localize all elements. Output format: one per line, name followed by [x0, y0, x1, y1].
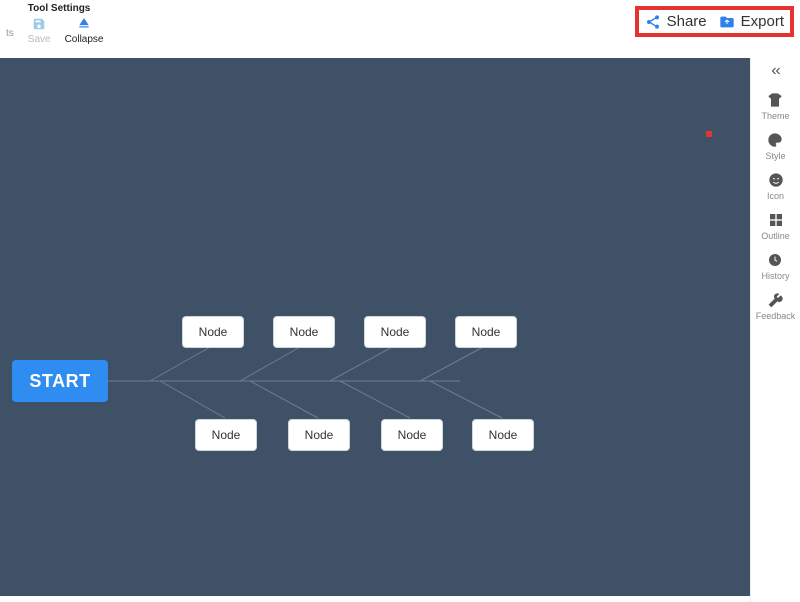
truncated-tab-label: ts	[6, 0, 18, 39]
top-node-2[interactable]: Node	[273, 316, 335, 348]
sidebar-label-history: History	[761, 271, 789, 281]
shirt-icon	[766, 91, 784, 109]
sidebar-item-outline[interactable]: Outline	[761, 211, 790, 241]
bottom-node-3[interactable]: Node	[381, 419, 443, 451]
export-icon	[719, 14, 735, 30]
top-node-3[interactable]: Node	[364, 316, 426, 348]
tool-settings-group: Tool Settings Save Collapse	[18, 0, 114, 45]
share-icon	[645, 14, 661, 30]
collapse-icon	[76, 16, 92, 32]
collapse-label: Collapse	[65, 34, 104, 45]
export-button[interactable]: Export	[719, 13, 784, 30]
right-sidebar: Theme Style Icon Outline History Feedbac…	[750, 58, 800, 602]
bottom-node-1[interactable]: Node	[195, 419, 257, 451]
grid-icon	[767, 211, 785, 229]
sidebar-item-feedback[interactable]: Feedback	[756, 291, 796, 321]
sidebar-label-feedback: Feedback	[756, 311, 796, 321]
sidebar-label-outline: Outline	[761, 231, 790, 241]
root-node[interactable]: START	[12, 360, 108, 402]
share-button[interactable]: Share	[645, 13, 707, 30]
sidebar-item-icon[interactable]: Icon	[767, 171, 785, 201]
share-label: Share	[667, 13, 707, 30]
canvas[interactable]: START Node Node Node Node Node Node Node…	[0, 58, 751, 596]
sidebar-label-style: Style	[765, 151, 785, 161]
clock-icon	[766, 251, 784, 269]
sidebar-label-icon: Icon	[767, 191, 784, 201]
collapse-button[interactable]: Collapse	[65, 16, 104, 45]
sidebar-label-theme: Theme	[761, 111, 789, 121]
sidebar-collapse-button[interactable]	[751, 64, 800, 83]
top-node-1[interactable]: Node	[182, 316, 244, 348]
sidebar-item-theme[interactable]: Theme	[761, 91, 789, 121]
save-label: Save	[28, 34, 51, 45]
chevron-left-double-icon	[767, 65, 785, 82]
palette-icon	[766, 131, 784, 149]
bottom-node-4[interactable]: Node	[472, 419, 534, 451]
bottom-node-2[interactable]: Node	[288, 419, 350, 451]
export-label: Export	[741, 13, 784, 30]
save-button[interactable]: Save	[28, 16, 51, 45]
sidebar-item-history[interactable]: History	[761, 251, 789, 281]
top-node-4[interactable]: Node	[455, 316, 517, 348]
save-icon	[31, 16, 47, 32]
toolbar: ts Tool Settings Save Collapse Share	[0, 0, 800, 59]
share-export-highlight: Share Export	[635, 6, 794, 37]
smiley-icon	[767, 171, 785, 189]
tool-settings-title: Tool Settings	[28, 3, 104, 14]
wrench-icon	[767, 291, 785, 309]
sidebar-item-style[interactable]: Style	[765, 131, 785, 161]
